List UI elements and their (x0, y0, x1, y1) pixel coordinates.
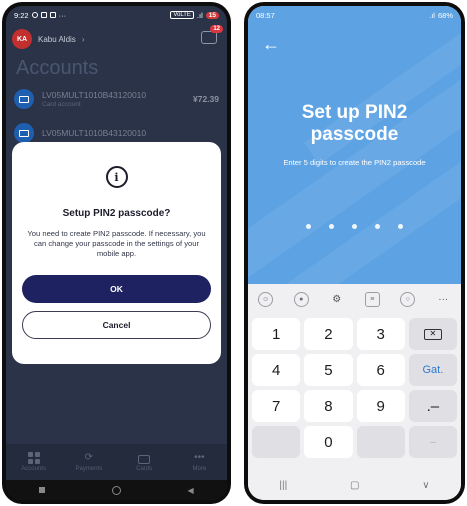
pin-dot (398, 224, 403, 229)
right-screen: 08:57 .ıl 68% ← Set up PIN2 passcode Ent… (248, 6, 461, 500)
battery-badge: 15 (205, 11, 219, 19)
system-nav-bar: ◀ (6, 480, 227, 500)
card-icon (138, 454, 151, 464)
pin-dot (375, 224, 380, 229)
numeric-keypad: 1 2 3 ✕ 4 5 6 Gat. 7 8 9 .– 0 – (252, 318, 457, 458)
network-badge: VoLTE (170, 11, 194, 19)
key-7[interactable]: 7 (252, 390, 301, 422)
card-icon (14, 123, 34, 143)
left-screen: 9:22 ··· VoLTE .ıl 15 KA Kabu Aldis › 12… (6, 6, 227, 500)
notification-icon (49, 12, 56, 18)
left-phone: 9:22 ··· VoLTE .ıl 15 KA Kabu Aldis › 12… (2, 2, 231, 504)
title-line: passcode (310, 124, 399, 145)
pin-dot (352, 224, 357, 229)
key-4[interactable]: 4 (252, 354, 301, 386)
nav-item-payments[interactable]: ⟳ Payments (67, 452, 111, 472)
account-type: Card account (42, 101, 81, 108)
dialog-title: Setup PIN2 passcode? (62, 208, 171, 219)
more-notifications-icon: ··· (58, 10, 67, 20)
key-1[interactable]: 1 (252, 318, 301, 350)
bottom-nav: Accounts ⟳ Payments Cards ••• More (6, 444, 227, 480)
account-number: LV05MULT1010B43120010 (42, 90, 147, 100)
more-icon[interactable]: ··· (436, 292, 451, 307)
nav-label: Accounts (21, 466, 46, 472)
backspace-key[interactable]: ✕ (408, 318, 457, 350)
blank-key (252, 426, 301, 458)
settings-icon[interactable]: ⚙ (329, 292, 344, 307)
home-icon[interactable]: ▢ (350, 480, 359, 491)
nav-item-more[interactable]: ••• More (177, 452, 221, 472)
blank-key (356, 426, 405, 458)
nav-item-accounts[interactable]: Accounts (12, 452, 56, 472)
key-6[interactable]: 6 (356, 354, 405, 386)
keyboard-toolbar: ☺ ● ⚙ ≡ ○ ··· (248, 284, 461, 314)
key-2[interactable]: 2 (304, 318, 353, 350)
home-icon[interactable] (111, 485, 121, 495)
ok-button[interactable]: OK (22, 275, 211, 303)
signal-icon: .ıl (196, 10, 203, 20)
key-0[interactable]: 0 (304, 426, 353, 458)
backspace-icon: ✕ (423, 328, 442, 340)
key-8[interactable]: 8 (304, 390, 353, 422)
message-count-badge: 12 (210, 25, 223, 33)
go-key[interactable]: Gat. (408, 354, 457, 386)
pin-indicator (248, 224, 461, 229)
cancel-button[interactable]: Cancel (22, 311, 211, 339)
back-icon[interactable]: ∨ (422, 480, 429, 491)
key-9[interactable]: 9 (356, 390, 405, 422)
pin-dot (329, 224, 334, 229)
pin-dot (306, 224, 311, 229)
card-icon (14, 89, 34, 109)
payments-icon: ⟳ (84, 452, 94, 463)
account-row[interactable]: LV05MULT1010B43120010 Card account ¥72.3… (6, 82, 227, 116)
status-time: 08:57 (256, 10, 275, 20)
setup-pin-dialog: i Setup PIN2 passcode? You need to creat… (12, 142, 221, 364)
status-bar: 08:57 .ıl 68% (248, 6, 461, 24)
clipboard-icon[interactable]: ≡ (364, 291, 380, 307)
system-nav-bar: ||| ▢ ∨ (248, 470, 461, 500)
signal-icon: .ıl (429, 10, 435, 20)
status-time: 9:22 (14, 10, 29, 20)
key-5[interactable]: 5 (304, 354, 353, 386)
recents-icon[interactable] (39, 487, 46, 493)
nav-label: Payments (75, 466, 103, 472)
symbol-key[interactable]: .– (408, 390, 457, 422)
nav-label: Cards (136, 465, 153, 472)
account-number: LV05MULT1010B43120010 (42, 128, 147, 138)
chevron-right-icon: › (81, 34, 85, 44)
battery-level: 68% (437, 10, 453, 20)
nav-label: More (192, 466, 207, 472)
recents-icon[interactable]: ||| (279, 480, 287, 491)
account-balance: ¥72.39 (193, 94, 219, 104)
info-icon: i (105, 166, 128, 188)
page-title: Accounts (16, 57, 99, 79)
title-line: Set up PIN2 (301, 102, 408, 123)
notification-icon (31, 12, 38, 18)
dialog-message: You need to create PIN2 passcode. If nec… (27, 229, 206, 258)
right-phone: 08:57 .ıl 68% ← Set up PIN2 passcode Ent… (244, 2, 465, 504)
avatar[interactable]: KA (12, 29, 32, 49)
back-arrow-icon[interactable]: ← (262, 34, 280, 55)
back-icon[interactable]: ◀ (188, 486, 194, 495)
emoji-icon[interactable]: ☺ (258, 291, 274, 307)
nav-item-cards[interactable]: Cards (122, 453, 166, 472)
user-name[interactable]: Kabu Aldis (38, 35, 76, 44)
notification-icon (40, 12, 47, 18)
grid-icon (27, 452, 40, 464)
search-icon[interactable]: ○ (400, 291, 416, 307)
more-icon: ••• (194, 452, 205, 463)
minus-key[interactable]: – (408, 426, 457, 458)
app-header: KA Kabu Aldis › 12 (6, 24, 227, 54)
mic-icon[interactable]: ● (293, 291, 309, 307)
page-title: Set up PIN2 passcode (248, 102, 461, 146)
key-3[interactable]: 3 (356, 318, 405, 350)
pin-instructions: Enter 5 digits to create the PIN2 passco… (283, 158, 426, 167)
status-bar: 9:22 ··· VoLTE .ıl 15 (6, 6, 227, 24)
pin-setup-header: 08:57 .ıl 68% ← Set up PIN2 passcode Ent… (248, 6, 461, 284)
